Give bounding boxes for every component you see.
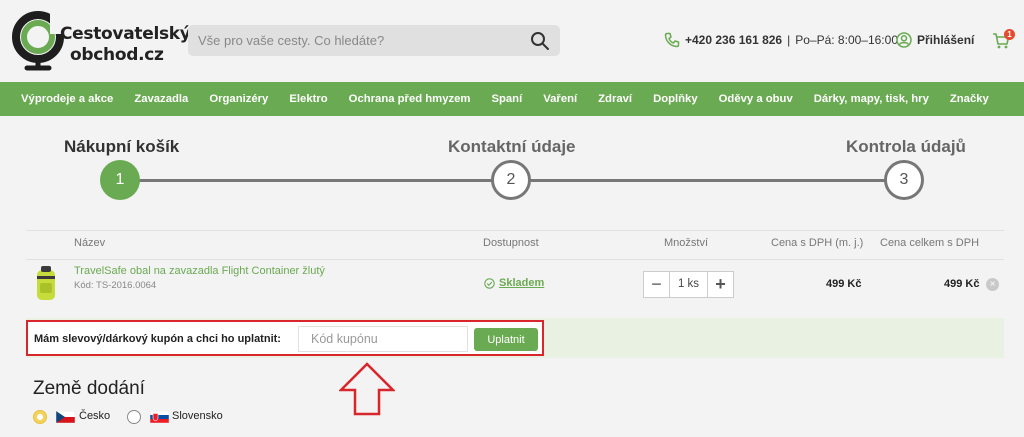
product-code: Kód: TS-2016.0064 [74, 280, 157, 291]
logo-text-line2: obchod.cz [70, 45, 164, 65]
nav-item-organizers[interactable]: Organizéry [209, 93, 268, 105]
phone-separator: | [787, 33, 791, 47]
nav-item-health[interactable]: Zdraví [598, 93, 632, 105]
phone-number: +420 236 161 826 [685, 33, 783, 47]
quantity-stepper: − 1 ks + [643, 271, 734, 298]
country-radio-sk[interactable] [127, 410, 141, 424]
nav-item-cooking[interactable]: Vaření [543, 93, 577, 105]
column-header-unit-price: Cena s DPH (m. j.) [771, 237, 864, 249]
opening-hours: Po–Pá: 8:00–16:00 [795, 33, 898, 47]
cart-count-badge: 1 [1004, 29, 1015, 40]
phone-icon [664, 32, 680, 48]
step-connector [530, 179, 886, 182]
nav-item-electronics[interactable]: Elektro [289, 93, 327, 105]
country-label-sk: Slovensko [172, 410, 223, 422]
search-icon[interactable] [530, 31, 550, 51]
step-connector [139, 179, 493, 182]
logo-text-line1: Cestovatelský [60, 24, 191, 44]
step-2-label: Kontaktní údaje [448, 137, 576, 156]
remove-item-icon[interactable]: × [986, 278, 999, 291]
column-header-quantity: Množství [664, 237, 709, 249]
search-bar [188, 25, 560, 56]
stock-label: Skladem [499, 277, 545, 289]
check-circle-icon [484, 277, 495, 289]
slovak-flag-icon [150, 411, 169, 423]
login-label: Přihlášení [917, 33, 975, 47]
nav-item-luggage[interactable]: Zavazadla [134, 93, 188, 105]
nav-item-insect-protection[interactable]: Ochrana před hmyzem [349, 93, 471, 105]
logo[interactable]: Cestovatelský obchod.cz [10, 10, 191, 72]
nav-item-gifts[interactable]: Dárky, mapy, tisk, hry [814, 93, 929, 105]
table-header-divider [26, 259, 1004, 260]
country-label-cz: Česko [79, 410, 111, 422]
annotation-arrow-icon [339, 362, 395, 416]
nav-item-sale[interactable]: Výprodeje a akce [21, 93, 113, 105]
search-input[interactable] [188, 25, 518, 56]
nav-item-sleeping[interactable]: Spaní [491, 93, 522, 105]
coupon-form: Mám slevový/dárkový kupón a chci ho upla… [26, 320, 544, 356]
column-header-name: Název [74, 237, 106, 249]
product-thumbnail[interactable] [34, 266, 58, 302]
contact-phone[interactable]: +420 236 161 826 | Po–Pá: 8:00–16:00 [664, 32, 898, 48]
table-top-divider [26, 230, 1004, 231]
product-name-link[interactable]: TravelSafe obal na zavazadla Flight Cont… [74, 265, 325, 277]
step-3-circle: 3 [884, 160, 924, 200]
apply-coupon-button[interactable]: Uplatnit [474, 328, 538, 351]
step-1-label: Nákupní košík [64, 137, 180, 156]
column-header-availability: Dostupnost [483, 237, 539, 249]
unit-price: 499 Kč [826, 278, 862, 290]
total-price: 499 Kč [944, 278, 980, 290]
delivery-country-title: Země dodání [33, 378, 145, 399]
nav-item-accessories[interactable]: Doplňky [653, 93, 698, 105]
increase-quantity-button[interactable]: + [708, 272, 733, 297]
column-header-total-price: Cena celkem s DPH [880, 237, 980, 249]
coupon-code-input[interactable] [298, 326, 468, 352]
nav-item-brands[interactable]: Značky [950, 93, 989, 105]
decrease-quantity-button[interactable]: − [644, 272, 669, 297]
user-icon [896, 32, 912, 48]
step-1-circle: 1 [100, 160, 140, 200]
quantity-value[interactable]: 1 ks [669, 272, 708, 297]
nav-item-clothing[interactable]: Oděvy a obuv [719, 93, 793, 105]
country-radio-cz[interactable] [33, 410, 47, 424]
step-2-circle: 2 [491, 160, 531, 200]
coupon-label: Mám slevový/dárkový kupón a chci ho upla… [34, 333, 281, 345]
stock-status[interactable]: Skladem [484, 277, 544, 289]
cart-button[interactable]: 1 [992, 29, 1015, 52]
czech-flag-icon [56, 411, 75, 423]
login-link[interactable]: Přihlášení [896, 32, 974, 48]
step-3-label: Kontrola údajů [846, 137, 966, 156]
main-navigation: Výprodeje a akce Zavazadla Organizéry El… [0, 82, 1024, 116]
site-header: Cestovatelský obchod.cz +420 236 161 826… [0, 0, 1024, 82]
